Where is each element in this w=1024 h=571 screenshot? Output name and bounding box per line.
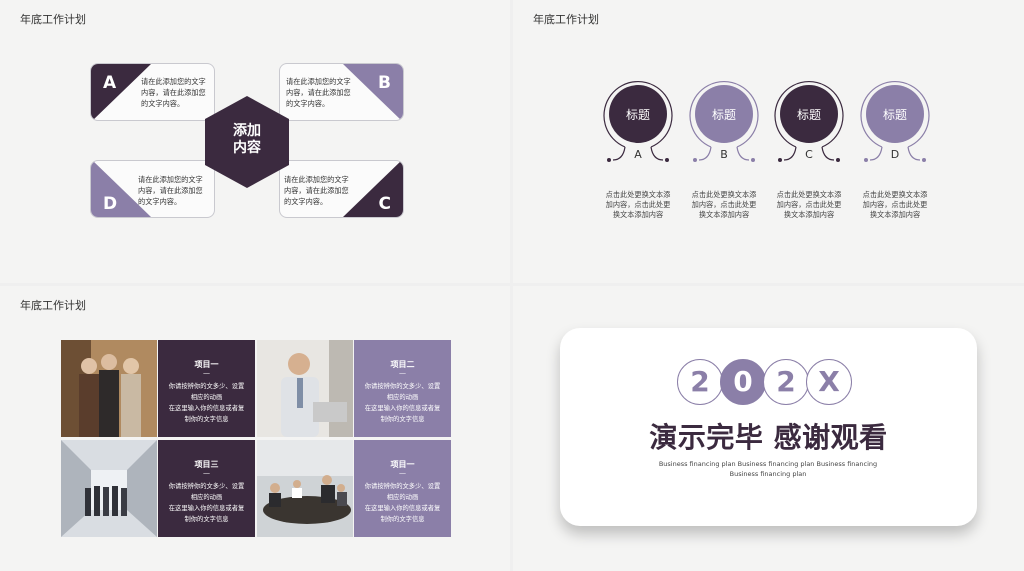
circle-letter: D xyxy=(890,148,900,161)
center-hexagon[interactable]: 添加 内容 xyxy=(205,96,289,188)
circle-desc-a: 点击此处更换文本添 加内容，点击此处更 换文本添加内容 xyxy=(605,190,671,219)
card-a[interactable]: A 请在此添加您的文字 内容，请在此添加您 的文字内容。 xyxy=(90,63,215,121)
year-digit-4: X xyxy=(806,359,852,405)
slide-3[interactable]: 年底工作计划 项目一 — 你请按辨你的文多少、设置 相应的动画 在这里输入你的信息或… xyxy=(0,286,510,571)
circle-item-b[interactable]: 标题 B xyxy=(689,80,759,164)
card-c[interactable]: C 请在此添加您的文字 内容，请在此添加您 的文字内容。 xyxy=(279,160,404,218)
circle-title: 标题 xyxy=(882,108,907,122)
slide-4[interactable]: 2 0 2 X 演示完毕 感谢观看 Business financing pla… xyxy=(513,286,1024,571)
project-card-2[interactable]: 项目二 — 你请按辨你的文多少、设置 相应的动画 在这里输入你的信息或者复 制你的文字… xyxy=(354,340,451,437)
project-desc: 你请按辨你的文多少、设置 相应的动画 在这里输入你的信息或者复 制你的文字信息 xyxy=(168,383,245,423)
circle-item-d[interactable]: 标题 D xyxy=(860,80,930,164)
circle-letter: B xyxy=(720,148,728,161)
card-d-letter: D xyxy=(103,194,118,214)
slide-title: 年底工作计划 xyxy=(533,13,599,26)
card-b[interactable]: B 请在此添加您的文字 内容，请在此添加您 的文字内容。 xyxy=(279,63,404,121)
project-card-3[interactable]: 项目三 — 你请按辨你的文多少、设置 相应的动画 在这里输入你的信息或者复 制你的文字… xyxy=(158,440,255,537)
circle-desc-c: 点击此处更换文本添 加内容，点击此处更 换文本添加内容 xyxy=(776,190,842,219)
slide-title: 年底工作计划 xyxy=(20,299,86,312)
card-a-text: 请在此添加您的文字 内容，请在此添加您 的文字内容。 xyxy=(141,77,206,108)
photo-businessman xyxy=(257,340,353,437)
project-desc: 你请按辨你的文多少、设置 相应的动画 在这里输入你的信息或者复 制你的文字信息 xyxy=(168,483,245,523)
circle-title: 标题 xyxy=(711,108,736,122)
year-digit-2: 0 xyxy=(720,359,766,405)
circle-letter: C xyxy=(805,148,813,161)
circle-item-a[interactable]: 标题 A xyxy=(603,80,673,164)
circle-letter: A xyxy=(634,148,642,161)
project-card-4[interactable]: 项目一 — 你请按辨你的文多少、设置 相应的动画 在这里输入你的信息或者复 制你的文字… xyxy=(354,440,451,537)
card-b-letter: B xyxy=(378,73,391,93)
project-desc: 你请按辨你的文多少、设置 相应的动画 在这里输入你的信息或者复 制你的文字信息 xyxy=(364,383,441,423)
end-subtitle: Business financing plan Business financi… xyxy=(658,460,878,478)
project-card-1[interactable]: 项目一 — 你请按辨你的文多少、设置 相应的动画 在这里输入你的信息或者复 制你的文字… xyxy=(158,340,255,437)
circle-item-c[interactable]: 标题 C xyxy=(774,80,844,164)
slide-title: 年底工作计划 xyxy=(20,13,86,26)
thank-you-card: 2 0 2 X 演示完毕 感谢观看 Business financing pla… xyxy=(560,328,977,526)
year-digit-3: 2 xyxy=(763,359,809,405)
slide-2[interactable]: 年底工作计划 标题 A 点击此处更换文本添 加内容，点击此处更 换文本添加内容 标题… xyxy=(513,0,1024,283)
year-digit-1: 2 xyxy=(677,359,723,405)
circle-desc-d: 点击此处更换文本添 加内容，点击此处更 换文本添加内容 xyxy=(862,190,928,219)
card-c-letter: C xyxy=(378,194,391,214)
card-c-text: 请在此添加您的文字 内容，请在此添加您 的文字内容。 xyxy=(284,175,349,206)
card-d[interactable]: D 请在此添加您的文字 内容，请在此添加您 的文字内容。 xyxy=(90,160,215,218)
photo-meeting xyxy=(257,440,353,537)
circle-title: 标题 xyxy=(796,108,821,122)
circle-desc-b: 点击此处更换文本添 加内容，点击此处更 换文本添加内容 xyxy=(691,190,757,219)
card-b-text: 请在此添加您的文字 内容，请在此添加您 的文字内容。 xyxy=(286,77,351,108)
photo-team-women xyxy=(61,340,157,437)
card-a-letter: A xyxy=(103,73,117,93)
card-d-text: 请在此添加您的文字 内容，请在此添加您 的文字内容。 xyxy=(138,175,203,206)
hexagon-label: 添加 内容 xyxy=(233,123,261,156)
project-desc: 你请按辨你的文多少、设置 相应的动画 在这里输入你的信息或者复 制你的文字信息 xyxy=(364,483,441,523)
slide-1[interactable]: 年底工作计划 A 请在此添加您的文字 内容，请在此添加您 的文字内容。 B 请在此添… xyxy=(0,0,510,283)
circle-title: 标题 xyxy=(625,108,650,122)
photo-corridor-team xyxy=(61,440,157,537)
end-title: 演示完毕 感谢观看 xyxy=(649,421,888,454)
